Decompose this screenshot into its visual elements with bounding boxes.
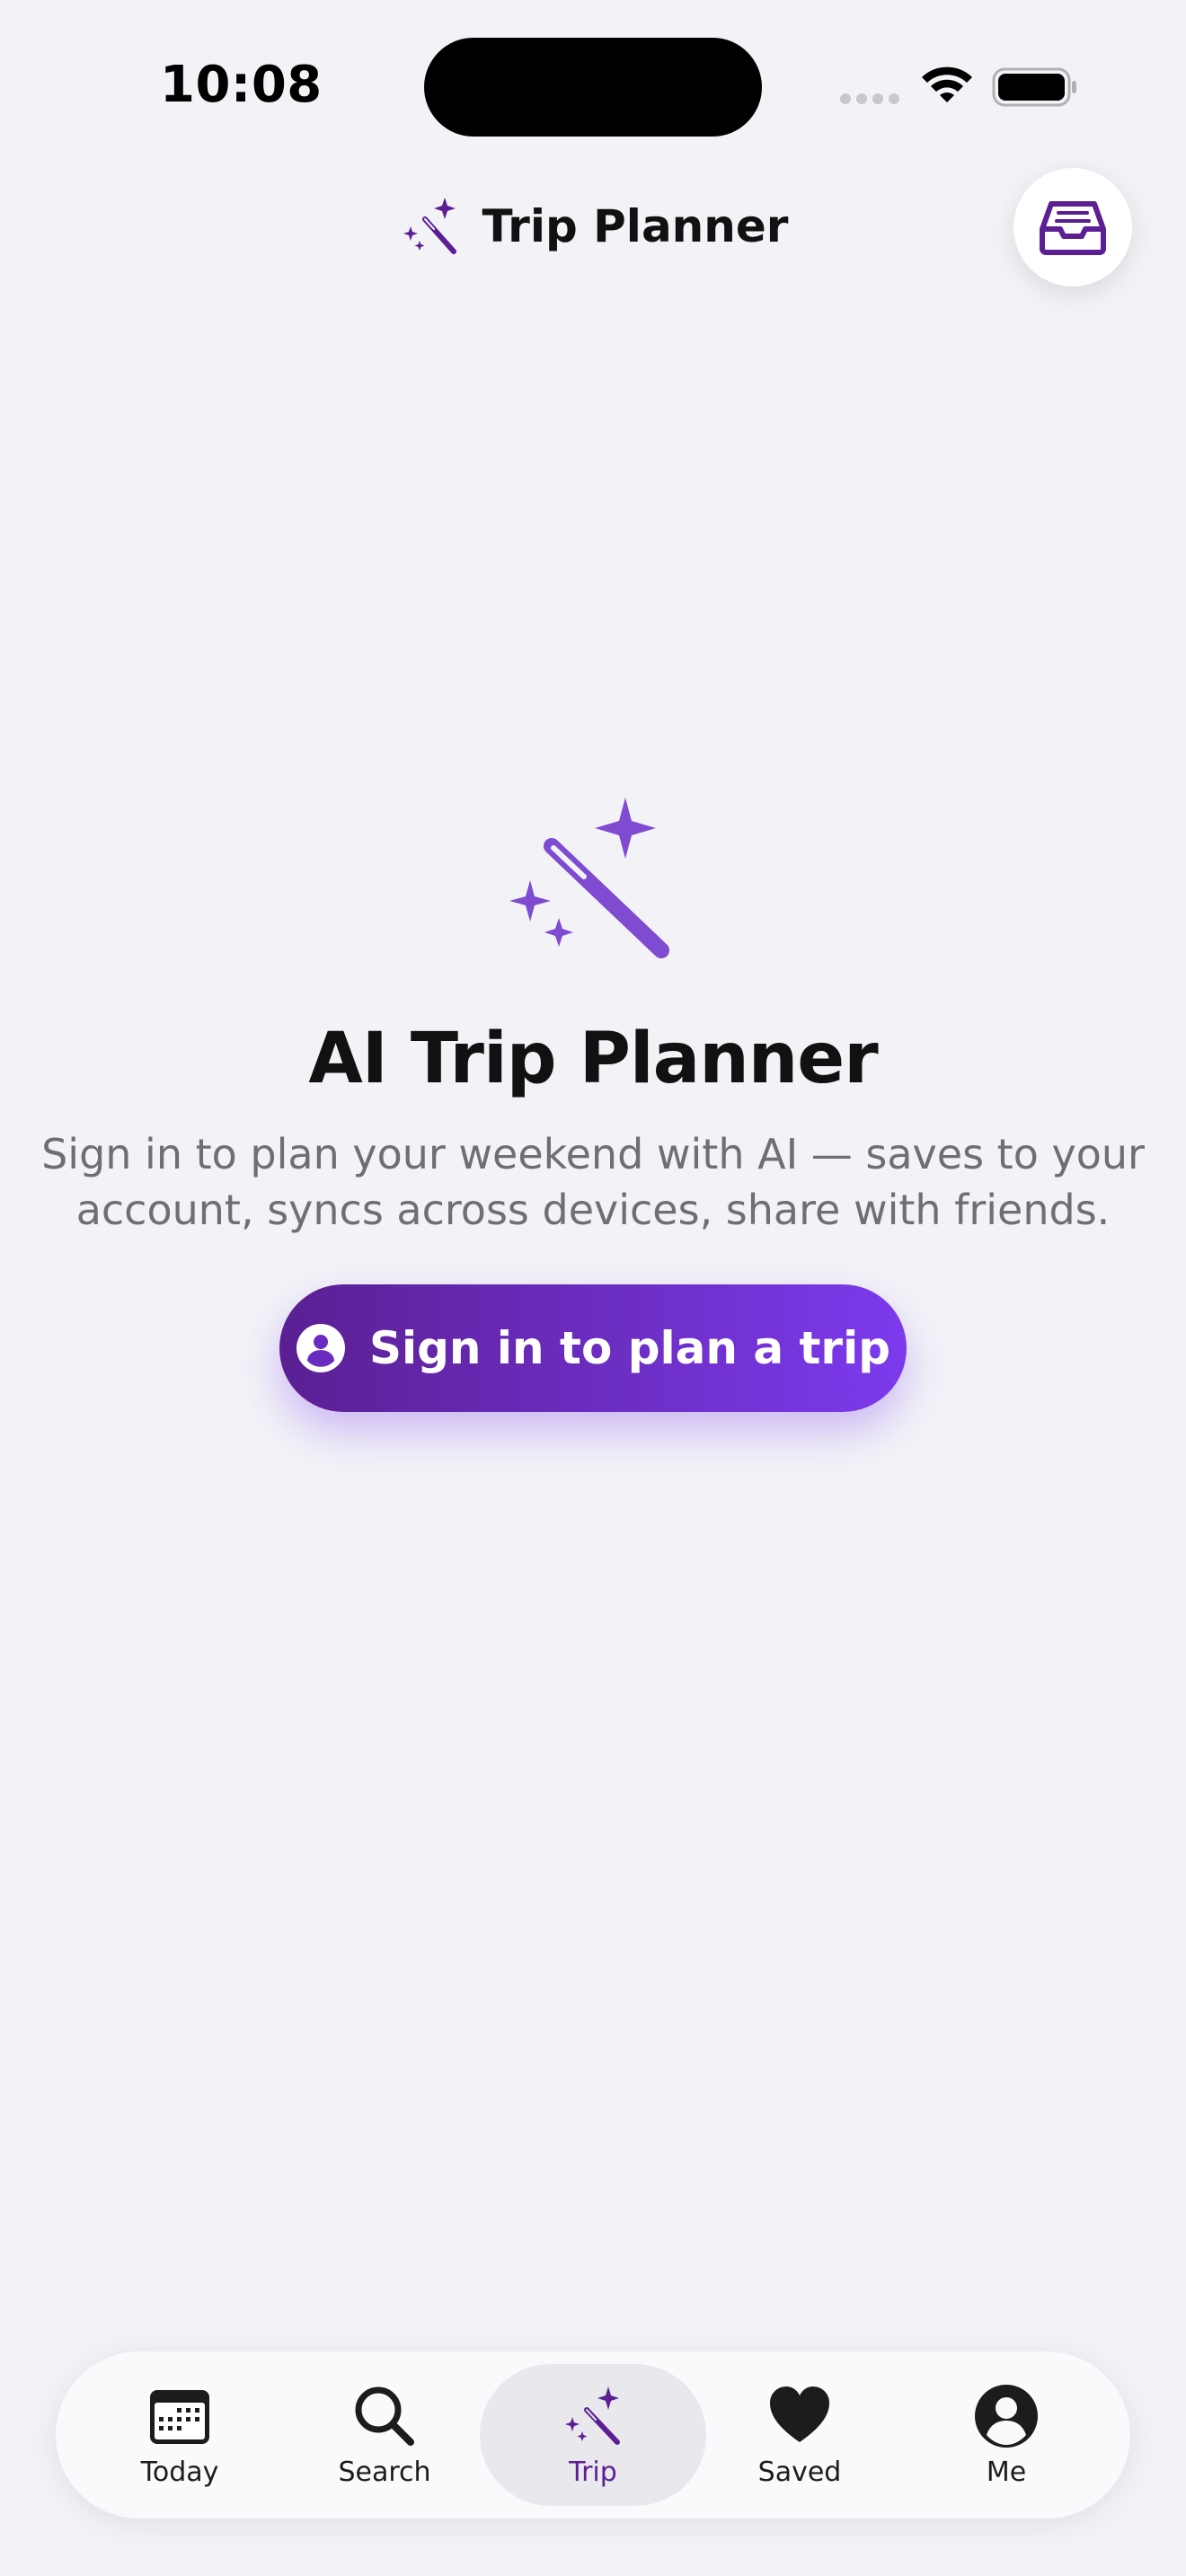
tab-search[interactable]: Search <box>271 2364 498 2506</box>
signal-dots-icon <box>840 93 899 104</box>
calendar-icon <box>150 2389 209 2444</box>
tab-label: Trip <box>569 2456 617 2488</box>
hero-title: AI Trip Planner <box>308 1019 878 1099</box>
magic-wand-icon <box>565 2386 620 2445</box>
header: Trip Planner <box>0 190 1186 262</box>
tab-label: Me <box>986 2456 1027 2488</box>
person-circle-icon <box>975 2384 1038 2448</box>
tab-bar: Today Search Trip Saved Me <box>56 2351 1130 2519</box>
person-circle-icon <box>296 1324 345 1372</box>
tab-saved[interactable]: Saved <box>686 2364 913 2506</box>
status-time: 10:08 <box>160 56 323 114</box>
hero-magic-wand-icon <box>509 798 669 958</box>
wifi-icon <box>922 66 972 102</box>
page-title: Trip Planner <box>482 200 789 252</box>
search-icon <box>355 2386 414 2446</box>
hero-subtitle: Sign in to plan your weekend with AI — s… <box>41 1130 1145 1234</box>
sign-in-button-label: Sign in to plan a trip <box>368 1322 891 1374</box>
inbox-button[interactable] <box>1013 168 1132 287</box>
sign-in-button[interactable]: Sign in to plan a trip <box>279 1284 907 1412</box>
heart-icon <box>770 2386 829 2442</box>
battery-icon <box>992 67 1076 107</box>
tab-trip[interactable]: Trip <box>480 2364 706 2506</box>
magic-wand-icon <box>403 198 456 254</box>
tab-today[interactable]: Today <box>66 2364 293 2506</box>
dynamic-island <box>424 38 762 137</box>
tab-label: Saved <box>757 2456 842 2488</box>
tab-label: Today <box>140 2456 219 2488</box>
tab-me[interactable]: Me <box>893 2364 1120 2506</box>
inbox-tray-icon <box>1040 201 1106 255</box>
tab-label: Search <box>338 2456 431 2488</box>
